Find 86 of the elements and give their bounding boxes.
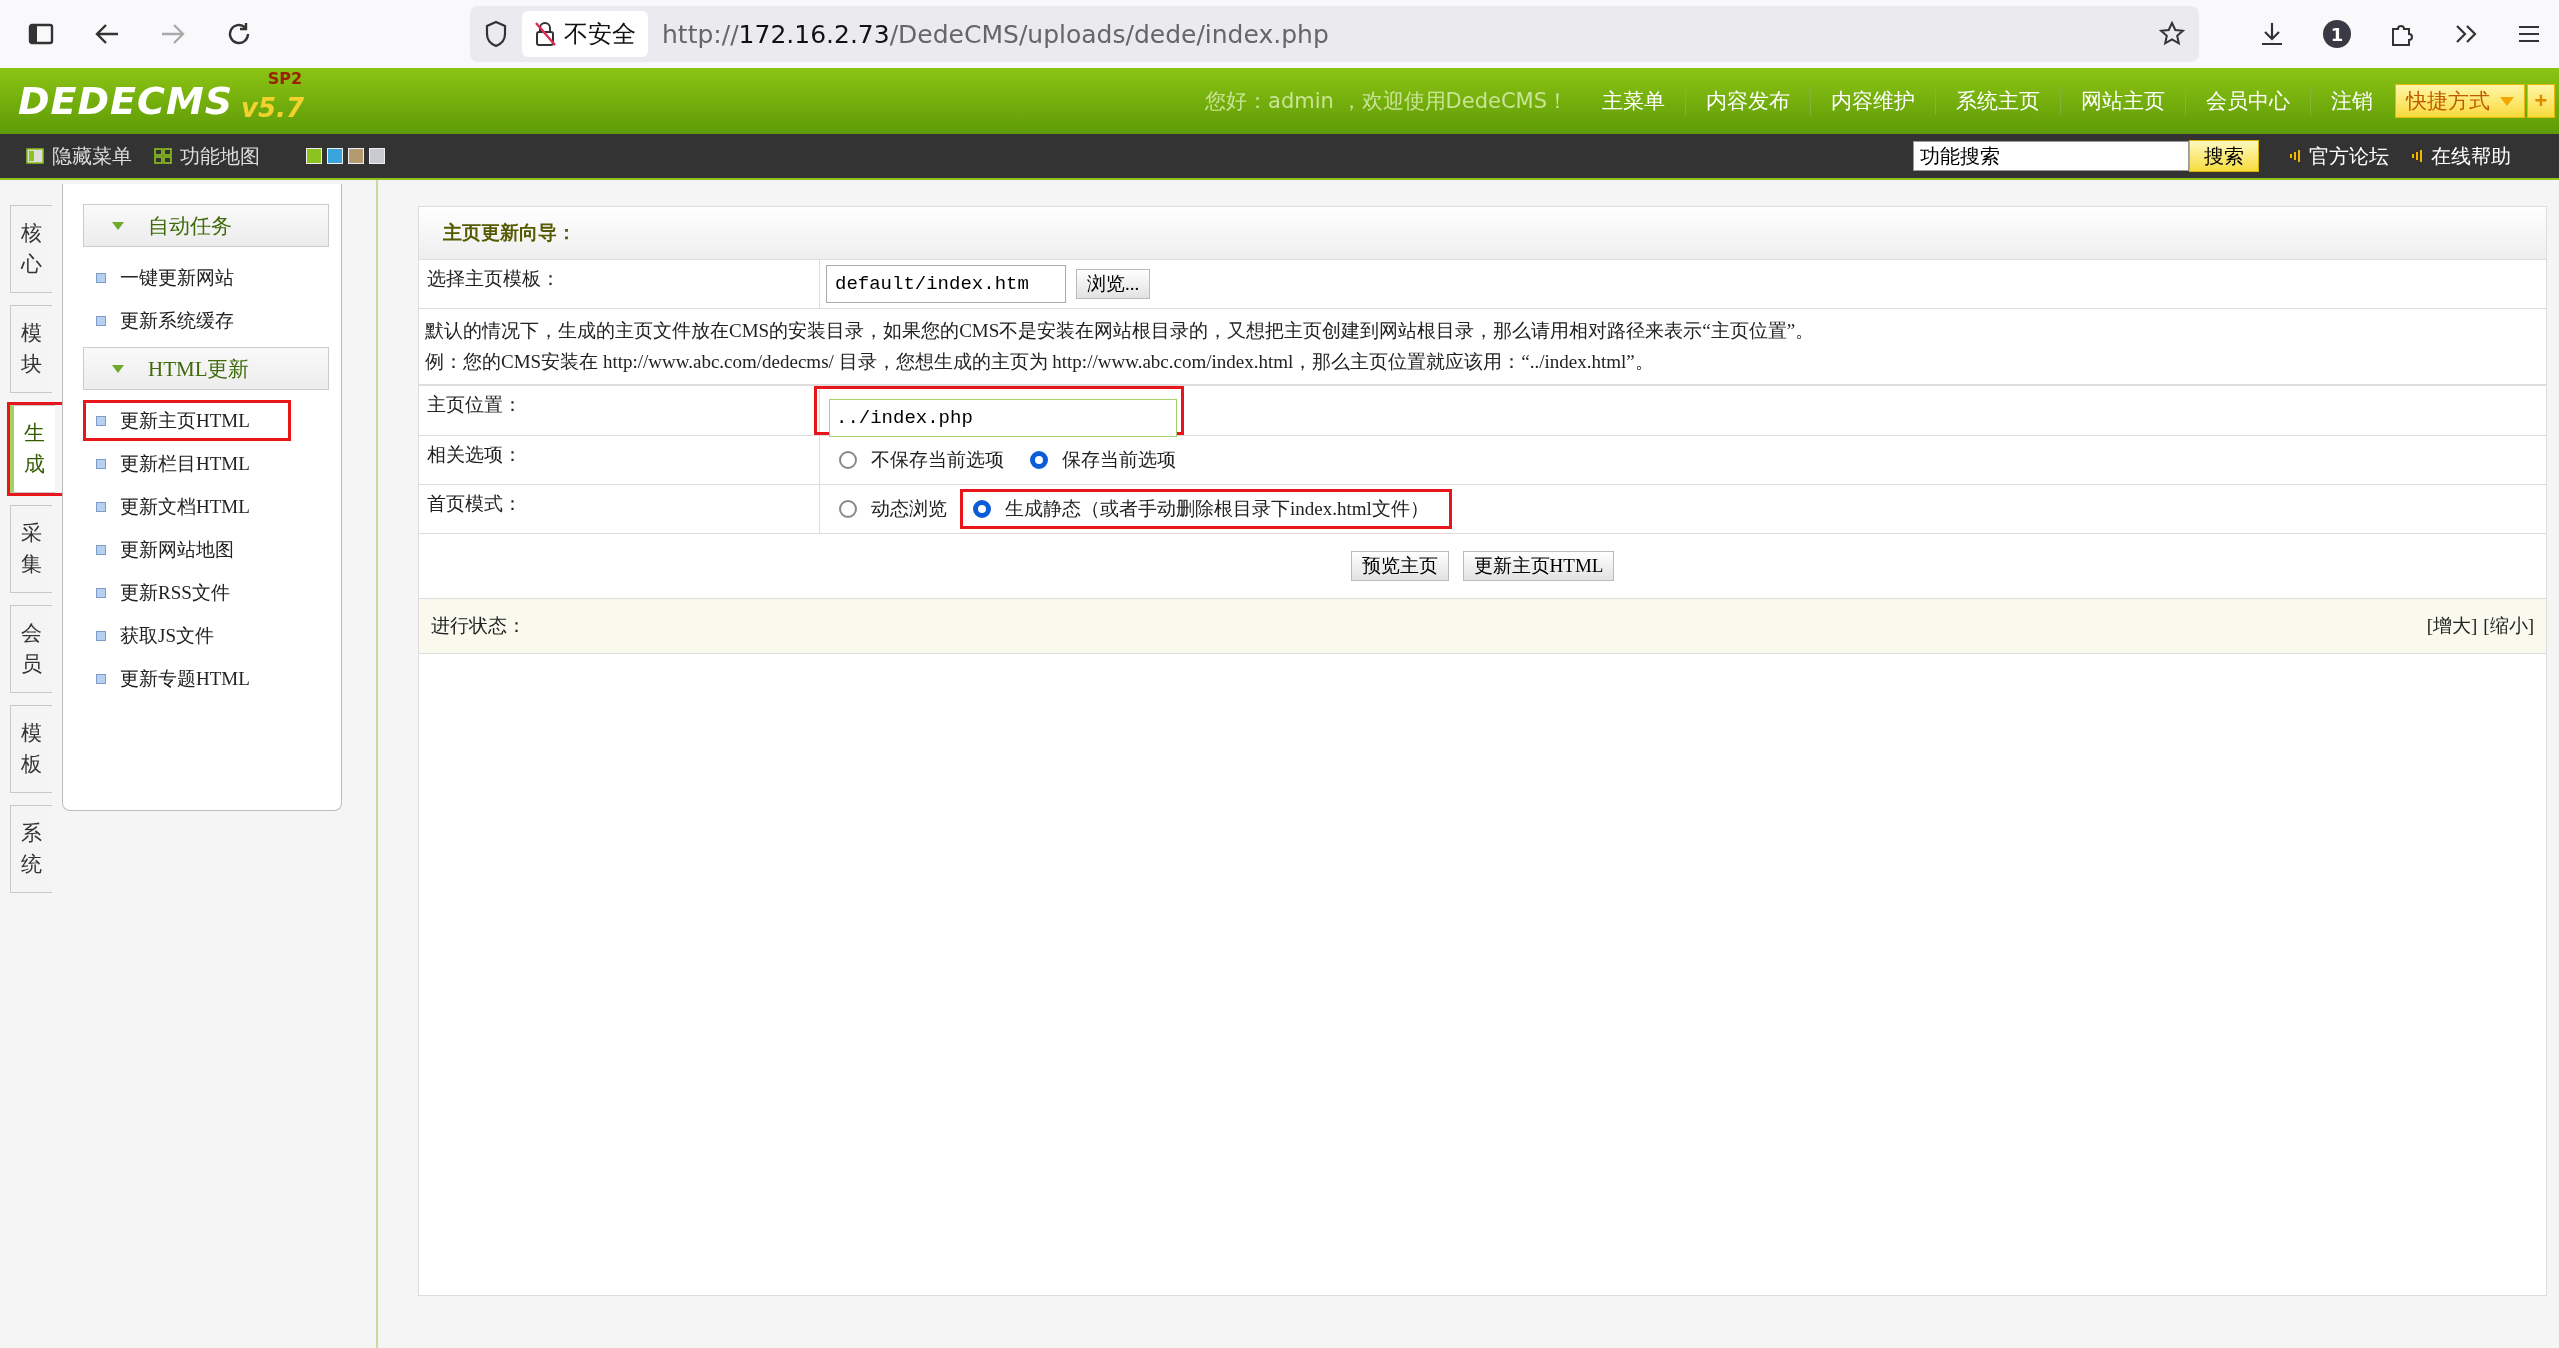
status-label: 进行状态： bbox=[431, 613, 526, 638]
toolbar-link[interactable]: 隐藏菜单 bbox=[52, 142, 132, 170]
menu-group-title: HTML更新 bbox=[148, 355, 250, 383]
security-badge[interactable]: 不安全 bbox=[522, 11, 648, 57]
resize-link[interactable]: [缩小] bbox=[2483, 612, 2534, 639]
bullet-icon bbox=[96, 587, 106, 598]
radio-button[interactable] bbox=[839, 450, 857, 469]
side-tab[interactable]: 模板 bbox=[10, 705, 52, 793]
menu-link[interactable]: 更新栏目HTML bbox=[120, 450, 250, 477]
skin-swatch[interactable] bbox=[369, 148, 385, 164]
reload-icon[interactable] bbox=[226, 21, 252, 47]
radio-label: 不保存当前选项 bbox=[871, 447, 1004, 472]
panel-title: 主页更新向导： bbox=[443, 221, 576, 245]
toolbar-link[interactable]: 功能地图 bbox=[180, 142, 260, 170]
menu-link[interactable]: 更新系统缓存 bbox=[120, 307, 234, 334]
bullet-icon bbox=[96, 415, 106, 426]
radio-label: 生成静态（或者手动删除根目录下index.html文件） bbox=[1005, 496, 1429, 521]
radio-button[interactable] bbox=[839, 499, 857, 518]
account-badge[interactable]: 1 bbox=[2323, 20, 2351, 48]
side-tab[interactable]: 会员 bbox=[10, 605, 52, 693]
field-label: 选择主页模板： bbox=[419, 260, 820, 308]
help-link[interactable]: 在线帮助 bbox=[2431, 142, 2511, 170]
bullet-icon bbox=[96, 272, 106, 283]
radio-button[interactable] bbox=[1030, 450, 1048, 469]
grid-icon bbox=[154, 148, 172, 164]
search-button[interactable]: 搜索 bbox=[2189, 140, 2259, 172]
radio-label: 保存当前选项 bbox=[1062, 447, 1176, 472]
menu-link[interactable]: 更新主页HTML bbox=[120, 407, 250, 434]
bullet-icon bbox=[96, 673, 106, 684]
side-tab[interactable]: 采集 bbox=[10, 505, 52, 593]
security-label: 不安全 bbox=[564, 19, 636, 50]
side-tab[interactable]: 核心 bbox=[10, 205, 52, 293]
bullet-icon bbox=[96, 458, 106, 469]
search-field[interactable]: 功能搜索 bbox=[1913, 141, 2189, 171]
shield-icon[interactable] bbox=[484, 20, 508, 48]
chevrons-icon[interactable] bbox=[2453, 23, 2479, 45]
edition-label: SP2 bbox=[267, 69, 303, 88]
menu-group-title: 自动任务 bbox=[148, 212, 232, 240]
menu-link[interactable]: 更新RSS文件 bbox=[120, 579, 230, 606]
field-label: 主页位置： bbox=[419, 385, 820, 435]
side-tab[interactable]: 系统 bbox=[10, 805, 52, 893]
star-icon[interactable] bbox=[2159, 21, 2185, 47]
logo-text: DEDECMS bbox=[18, 79, 234, 123]
menu-group-header[interactable]: 自动任务 bbox=[83, 204, 329, 247]
template-field[interactable]: default/index.htm bbox=[826, 265, 1066, 303]
browse-button[interactable]: 浏览... bbox=[1076, 269, 1151, 299]
menu-link[interactable]: 一键更新网站 bbox=[120, 264, 234, 291]
action-button[interactable]: 更新主页HTML bbox=[1462, 550, 1615, 581]
greeting-text: 您好：admin ，欢迎使用DedeCMS！ bbox=[1205, 88, 1568, 115]
crossed-lock-icon bbox=[534, 21, 556, 47]
signal-icon bbox=[2289, 149, 2301, 163]
menu-link[interactable]: 更新文档HTML bbox=[120, 493, 250, 520]
skin-swatch[interactable] bbox=[348, 148, 364, 164]
bullet-icon bbox=[96, 315, 106, 326]
skin-swatch[interactable] bbox=[327, 148, 343, 164]
resize-link[interactable]: [增大] bbox=[2426, 612, 2478, 639]
menu-icon[interactable] bbox=[2517, 24, 2541, 44]
note-text: 例：您的CMS安装在 http://www.abc.com/dedecms/ 目录，您想生成的主页为 http://www.abc.com/index.html，那么主页位置就应该用：“../index.html”。 bbox=[425, 350, 1655, 375]
bullet-icon bbox=[96, 501, 106, 512]
skin-swatch[interactable] bbox=[306, 148, 322, 164]
address-bar[interactable]: 不安全 http://172.16.2.73/DedeCMS/uploads/dede/index.php bbox=[470, 6, 2199, 62]
help-link[interactable]: 官方论坛 bbox=[2309, 142, 2389, 170]
radio-label: 动态浏览 bbox=[871, 496, 947, 521]
menu-group-header[interactable]: HTML更新 bbox=[83, 347, 329, 390]
version-label: v5.7 bbox=[241, 93, 305, 123]
panel-icon bbox=[26, 148, 44, 164]
menu-link[interactable]: 更新网站地图 bbox=[120, 536, 234, 563]
bullet-icon bbox=[96, 630, 106, 641]
shortcut-dropdown[interactable]: 快捷方式 bbox=[2395, 84, 2525, 118]
signal-icon bbox=[2411, 149, 2423, 163]
url-text[interactable]: http://172.16.2.73/DedeCMS/uploads/dede/index.php bbox=[662, 19, 2145, 49]
side-tab[interactable]: 生成 bbox=[10, 405, 55, 493]
bullet-icon bbox=[96, 544, 106, 555]
caret-icon bbox=[2500, 96, 2514, 106]
field-label: 首页模式： bbox=[419, 484, 820, 533]
radio-button[interactable] bbox=[973, 499, 991, 518]
field-label: 相关选项： bbox=[419, 435, 820, 484]
side-tab[interactable]: 模块 bbox=[10, 305, 52, 393]
location-field[interactable]: ../index.php bbox=[829, 398, 1177, 437]
download-icon[interactable] bbox=[2259, 21, 2285, 47]
sidebar-toggle-icon[interactable] bbox=[28, 23, 54, 45]
action-button[interactable]: 预览主页 bbox=[1350, 550, 1449, 581]
menu-link[interactable]: 获取JS文件 bbox=[120, 622, 214, 649]
back-icon[interactable] bbox=[94, 22, 120, 46]
note-text: 默认的情况下，生成的主页文件放在CMS的安装目录，如果您的CMS不是安装在网站根目录的，又想把主页创建到网站根目录，那么请用相对路径来表示“主页位置”。 bbox=[425, 319, 1816, 343]
menu-link[interactable]: 更新专题HTML bbox=[120, 665, 250, 692]
